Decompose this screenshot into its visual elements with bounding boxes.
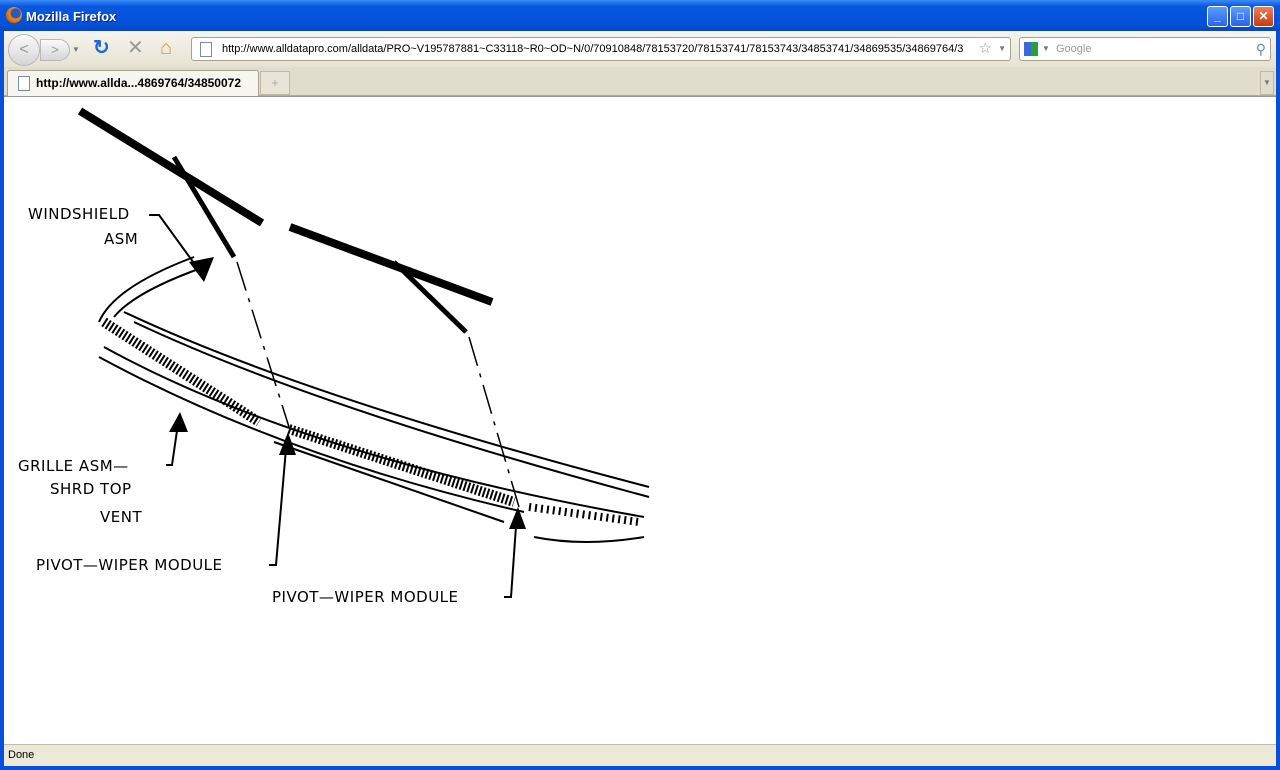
- search-magnifier-icon[interactable]: ⚲: [1256, 38, 1266, 60]
- tab-bar: http://www.allda...4869764/34850072 + ▼: [4, 67, 1276, 96]
- page-content: WINDSHIELD ASM GRILLE ASM— SHRD TOP VENT…: [4, 96, 1276, 744]
- bookmark-star-icon[interactable]: ☆: [979, 38, 992, 60]
- tab-page-icon: [18, 76, 30, 91]
- label-pivot-right: PIVOT—WIPER MODULE: [272, 588, 459, 606]
- history-dropdown-icon[interactable]: ▼: [72, 45, 80, 54]
- list-all-tabs-button[interactable]: ▼: [1260, 71, 1274, 95]
- title-bar: Mozilla Firefox _ □ ✕: [0, 0, 1280, 31]
- page-icon: [200, 42, 212, 57]
- label-grille-line3: VENT: [100, 508, 142, 526]
- left-wiper-arm: [171, 155, 237, 259]
- tab-active[interactable]: http://www.allda...4869764/34850072: [7, 70, 259, 96]
- search-input[interactable]: Google: [1056, 38, 1091, 60]
- close-button[interactable]: ✕: [1253, 6, 1274, 27]
- firefox-logo-icon: [6, 7, 22, 23]
- new-tab-button[interactable]: +: [260, 71, 290, 95]
- reload-icon[interactable]: ↻: [93, 37, 110, 59]
- back-button[interactable]: <: [8, 34, 40, 66]
- label-windshield-line2: ASM: [104, 230, 138, 248]
- right-wiper-blade: [288, 223, 494, 306]
- url-dropdown-icon[interactable]: ▼: [998, 38, 1006, 60]
- forward-button[interactable]: >: [40, 39, 70, 61]
- status-text: Done: [8, 749, 35, 761]
- label-pivot-left: PIVOT—WIPER MODULE: [36, 556, 223, 574]
- google-engine-icon[interactable]: [1024, 42, 1038, 56]
- label-grille-line1: GRILLE ASM—: [18, 457, 129, 475]
- url-bar[interactable]: http://www.alldatapro.com/alldata/PRO~V1…: [191, 37, 1011, 61]
- search-box[interactable]: ▼ Google ⚲: [1019, 37, 1271, 61]
- right-wiper-arm: [392, 260, 468, 334]
- home-icon[interactable]: ⌂: [160, 37, 172, 59]
- window-title: Mozilla Firefox: [26, 9, 117, 24]
- stop-icon[interactable]: ✕: [127, 37, 144, 59]
- navigation-toolbar: < > ▼ ↻ ✕ ⌂ http://www.alldatapro.com/al…: [4, 31, 1276, 67]
- wiper-diagram: WINDSHIELD ASM GRILLE ASM— SHRD TOP VENT…: [18, 107, 650, 606]
- url-text: http://www.alldatapro.com/alldata/PRO~V1…: [222, 43, 964, 55]
- minimize-button[interactable]: _: [1207, 6, 1228, 27]
- browser-frame: < > ▼ ↻ ✕ ⌂ http://www.alldatapro.com/al…: [4, 31, 1276, 766]
- tab-label: http://www.allda...4869764/34850072: [36, 76, 241, 90]
- label-windshield-line1: WINDSHIELD: [28, 205, 130, 223]
- label-grille-line2: SHRD TOP: [50, 480, 132, 498]
- engine-dropdown-icon[interactable]: ▼: [1042, 38, 1050, 60]
- maximize-button[interactable]: □: [1230, 6, 1251, 27]
- status-bar: Done: [4, 744, 1276, 766]
